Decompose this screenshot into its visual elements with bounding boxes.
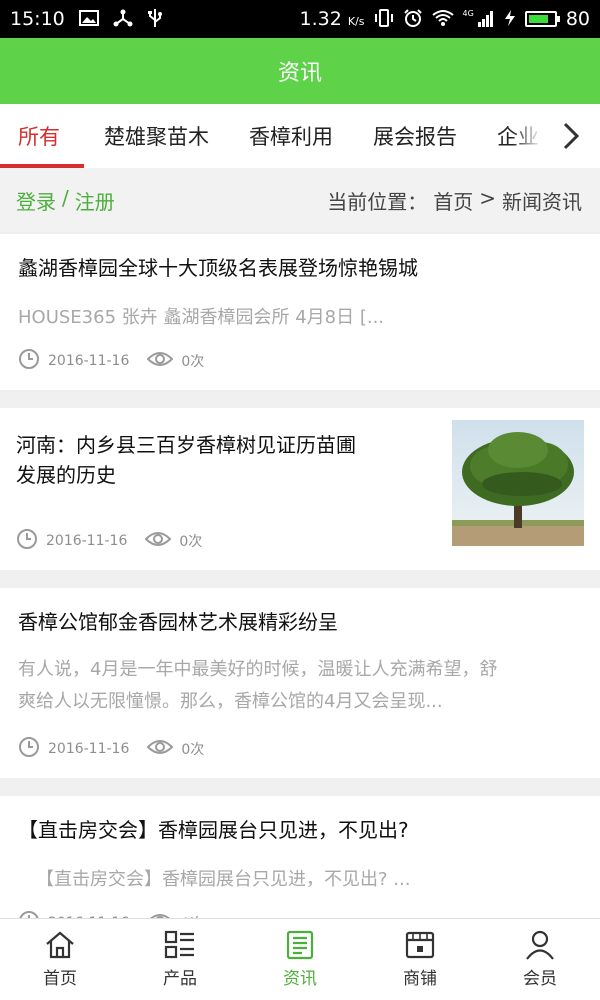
page-title: 资讯 <box>277 61 322 86</box>
tab-all[interactable]: 所有 <box>0 104 84 168</box>
tabs-scroll-right-button[interactable] <box>542 104 600 168</box>
product-grid-icon <box>164 930 194 959</box>
news-meta: 2016-11-16 0次 <box>18 348 204 374</box>
nav-label: 商铺 <box>403 969 437 989</box>
news-title-line: 河南：内乡县三百岁香樟树见证历苗圃 <box>16 433 356 457</box>
register-link[interactable]: 注册 <box>75 186 115 215</box>
member-icon <box>526 930 554 960</box>
eye-icon <box>146 350 174 372</box>
signal-icon: 4G <box>463 10 495 28</box>
news-meta: 2016-11-16 0次 <box>18 736 204 762</box>
nav-home[interactable]: 首页 <box>0 919 120 1000</box>
tab-label: 楚雄聚苗木 <box>104 125 209 149</box>
clock-icon <box>18 348 40 374</box>
nav-member[interactable]: 会员 <box>480 919 600 1000</box>
status-bar: 15:10 1.32 K/s 4G 80 <box>0 0 600 38</box>
news-item[interactable]: 香樟公馆郁金香园林艺术展精彩纷呈 有人说，4月是一年中最美好的时候，温暖让人充满… <box>0 588 600 778</box>
views-count: 0次 <box>181 742 205 758</box>
news-title[interactable]: 【直击房交会】香樟园展台只见进，不见出? <box>18 815 409 845</box>
news-title[interactable]: 香樟公馆郁金香园林艺术展精彩纷呈 <box>18 607 338 637</box>
auth-links: 登录 / 注册 <box>16 186 115 215</box>
news-icon <box>286 930 314 960</box>
nav-shop[interactable]: 商铺 <box>360 919 480 1000</box>
views-count: 0次 <box>181 354 205 370</box>
news-title[interactable]: 河南：内乡县三百岁香樟树见证历苗圃 发展的历史 <box>16 430 426 490</box>
battery-icon <box>524 11 560 27</box>
views-count: 0次 <box>179 534 203 550</box>
charging-icon <box>504 9 516 30</box>
login-link[interactable]: 登录 <box>16 186 56 215</box>
nav-label: 首页 <box>43 969 77 989</box>
news-summary-line: 有人说，4月是一年中最美好的时候，温暖让人充满希望，舒 <box>18 659 498 680</box>
nav-news[interactable]: 资讯 <box>240 919 360 1000</box>
news-title[interactable]: 蠡湖香樟园全球十大顶级名表展登场惊艳锡城 <box>18 253 418 283</box>
tab-chuxiong-seedlings[interactable]: 楚雄聚苗木 <box>84 104 229 168</box>
gallery-icon <box>78 9 99 29</box>
breadcrumb-current: 新闻资讯 <box>502 189 582 214</box>
tab-label: 香樟利用 <box>249 125 333 149</box>
page-title-bar: 资讯 <box>0 38 600 104</box>
share-icon <box>113 9 133 30</box>
battery-level: 80 <box>565 8 590 30</box>
news-summary-line: 爽给人以无限憧憬。那么，香樟公馆的4月又会呈现... <box>18 691 443 712</box>
alarm-icon <box>403 8 423 31</box>
tab-camphor-use[interactable]: 香樟利用 <box>229 104 353 168</box>
chevron-right-icon <box>563 122 580 150</box>
status-time: 15:10 <box>10 8 65 30</box>
news-views: 0次 <box>146 738 205 760</box>
shop-icon <box>405 931 435 959</box>
news-thumbnail-tree-photo[interactable] <box>452 420 584 546</box>
location-label: 当前位置： <box>327 189 428 214</box>
vibrate-icon <box>374 8 394 30</box>
news-views: 0次 <box>146 350 205 372</box>
nav-label: 会员 <box>523 969 557 989</box>
wifi-icon <box>431 9 454 30</box>
tab-exhibition-report[interactable]: 展会报告 <box>353 104 477 168</box>
auth-separator: / <box>62 185 69 210</box>
breadcrumb-arrow: > <box>479 185 496 210</box>
news-meta: 2016-11-16 0次 <box>16 528 202 554</box>
breadcrumb-home[interactable]: 首页 <box>433 186 473 215</box>
tabs-fade <box>512 104 542 168</box>
bottom-nav: 首页 产品 资讯 商铺 会员 <box>0 918 600 1000</box>
tab-label: 所有 <box>18 125 60 149</box>
news-date: 2016-11-16 <box>46 533 128 549</box>
news-summary: 【直击房交会】香樟园展台只见进，不见出? ... <box>36 869 411 890</box>
breadcrumb: 当前位置： 首页 > 新闻资讯 <box>327 186 582 215</box>
usb-icon <box>147 8 163 31</box>
news-summary: 有人说，4月是一年中最美好的时候，温暖让人充满希望，舒 爽给人以无限憧憬。那么，… <box>18 654 497 718</box>
breadcrumb-bar: 登录 / 注册 当前位置： 首页 > 新闻资讯 <box>0 168 600 232</box>
eye-icon <box>146 738 174 760</box>
home-icon <box>46 931 74 959</box>
nav-products[interactable]: 产品 <box>120 919 240 1000</box>
clock-icon <box>18 736 40 762</box>
news-date: 2016-11-16 <box>48 741 130 757</box>
tab-label: 展会报告 <box>373 125 457 149</box>
nav-label: 资讯 <box>283 969 317 989</box>
news-title-line: 发展的历史 <box>16 463 116 487</box>
category-tabs: 所有 楚雄聚苗木 香樟利用 展会报告 企业 <box>0 104 600 168</box>
news-summary: HOUSE365 张卉 蠡湖香樟园会所 4月8日 [... <box>18 307 385 328</box>
news-item[interactable]: 蠡湖香樟园全球十大顶级名表展登场惊艳锡城 HOUSE365 张卉 蠡湖香樟园会所… <box>0 234 600 390</box>
news-item[interactable]: 河南：内乡县三百岁香樟树见证历苗圃 发展的历史 2016-11-16 0次 <box>0 408 600 570</box>
eye-icon <box>144 530 172 552</box>
network-speed: 1.32 K/s <box>299 8 365 30</box>
news-date: 2016-11-16 <box>48 353 130 369</box>
clock-icon <box>16 528 38 554</box>
news-views: 0次 <box>144 530 203 552</box>
nav-label: 产品 <box>163 969 197 989</box>
